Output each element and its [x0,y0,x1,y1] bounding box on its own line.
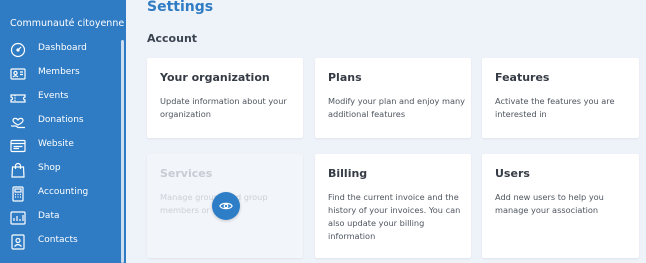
sidebar-item-label: Dashboard [38,43,87,53]
sidebar-item-accounting[interactable]: Accounting [0,182,118,206]
card-your-organization[interactable]: Your organization Update information abo… [147,58,303,138]
card-title: Your organization [160,71,270,84]
eye-button[interactable] [212,192,240,220]
website-icon [10,138,26,154]
card-description: Activate the features you are interested… [495,96,615,119]
sidebar-item-contacts[interactable]: Contacts [0,230,118,254]
sidebar-item-donations[interactable]: Donations [0,110,118,134]
eye-icon [219,199,233,213]
contacts-icon [10,234,26,250]
organization-name: Communauté citoyenne [10,18,125,29]
data-icon [10,210,26,226]
sidebar-item-label: Donations [38,115,84,125]
page-title: Settings [147,0,214,15]
sidebar-item-shop[interactable]: Shop [0,158,118,182]
sidebar-item-website[interactable]: Website [0,134,118,158]
sidebar-item-label: Contacts [38,235,78,245]
card-description: Modify your plan and enjoy many addition… [328,96,466,119]
sidebar-item-data[interactable]: Data [0,206,118,230]
card-billing[interactable]: Billing Find the current invoice and the… [315,154,471,258]
sidebar-item-events[interactable]: Events [0,86,118,110]
card-users[interactable]: Users Add new users to help you manage y… [482,154,639,258]
card-description: Add new users to help you manage your as… [495,192,604,215]
sidebar: Communauté citoyenne Dashboard Members E… [0,0,126,263]
events-icon [10,90,26,106]
card-title: Features [495,71,550,84]
card-title: Billing [328,167,368,180]
sidebar-item-label: Accounting [38,187,89,197]
accounting-icon [10,186,26,202]
sidebar-item-members[interactable]: Members [0,62,118,86]
card-description: Find the current invoice and the history… [328,192,461,241]
members-icon [10,66,26,82]
sidebar-item-label: Shop [38,163,61,173]
card-plans[interactable]: Plans Modify your plan and enjoy many ad… [315,58,471,138]
sidebar-item-dashboard[interactable]: Dashboard [0,38,118,62]
card-features[interactable]: Features Activate the features you are i… [482,58,639,138]
donations-icon [10,114,26,130]
card-title: Users [495,167,530,180]
dashboard-icon [10,42,26,58]
main-content: Settings Account Your organization Updat… [126,0,646,263]
sidebar-item-label: Website [38,139,74,149]
shop-icon [10,162,26,178]
card-title: Services [160,167,213,180]
card-title: Plans [328,71,362,84]
section-title: Account [147,32,198,45]
card-description: Update information about your organizati… [160,96,287,119]
sidebar-item-label: Data [38,211,60,221]
sidebar-scrollbar[interactable] [121,40,124,263]
sidebar-item-label: Events [38,91,69,101]
sidebar-item-label: Members [38,67,80,77]
